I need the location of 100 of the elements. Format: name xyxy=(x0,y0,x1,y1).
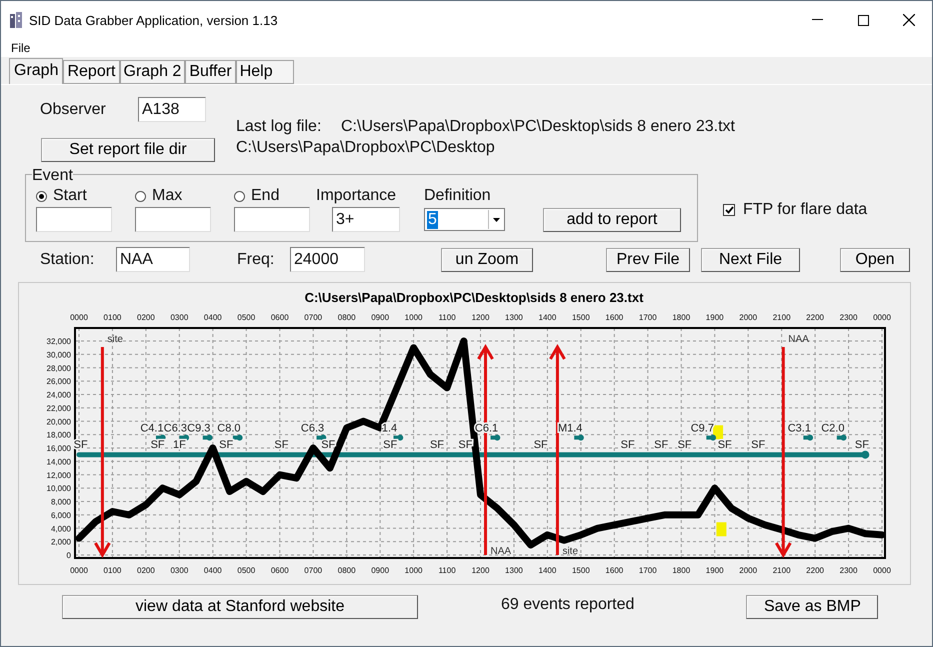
observer-field[interactable]: A138 xyxy=(138,97,206,122)
axis-tick-label: 0500 xyxy=(237,566,256,575)
tab[interactable]: Help xyxy=(236,60,294,84)
axis-tick-label: 1100 xyxy=(438,313,456,322)
maximize-icon xyxy=(858,14,868,26)
event-label: SF xyxy=(321,439,336,451)
app-icon xyxy=(9,12,23,28)
flare-label: C2.0 xyxy=(821,422,844,435)
menu-item[interactable]: File xyxy=(11,41,30,55)
tab[interactable]: Graph xyxy=(9,58,64,84)
freq-field[interactable]: 24000 xyxy=(290,247,365,272)
time-field[interactable] xyxy=(234,207,310,232)
axis-tick-label: 0200 xyxy=(137,313,155,322)
axis-tick-label: 12,000 xyxy=(46,470,71,480)
axis-tick-label: 0 xyxy=(66,551,71,560)
event-marker xyxy=(803,434,814,441)
axis-tick-label: 22,000 xyxy=(46,404,71,413)
axis-tick-label: 4,000 xyxy=(50,524,71,534)
event-marker xyxy=(836,434,847,441)
axis-tick-label: 6,000 xyxy=(50,510,71,520)
event-marker xyxy=(202,434,212,441)
time-field[interactable] xyxy=(36,207,112,232)
axis-tick-label: 2200 xyxy=(806,566,824,575)
axis-tick-label: 2000 xyxy=(739,313,758,322)
axis-tick-label: 2300 xyxy=(840,566,858,575)
axis-tick-label: 26,000 xyxy=(46,377,71,386)
toolbar-button[interactable]: un Zoom xyxy=(441,248,533,272)
definition-select[interactable]: 5 xyxy=(424,208,505,231)
event-marker xyxy=(490,434,500,441)
chart-title: C:\Users\Papa\Dropbox\PC\Desktop\sids 8 enero 23.txt xyxy=(304,290,644,305)
set-report-dir-button[interactable]: Set report file dir xyxy=(41,138,215,162)
flare-label: C9.3 xyxy=(187,422,210,435)
axis-tick-label: 0400 xyxy=(204,313,222,322)
axis-tick-label: 24,000 xyxy=(46,390,71,400)
tab[interactable]: Report xyxy=(63,60,120,84)
tab[interactable]: Buffer xyxy=(185,60,236,84)
event-label: SF xyxy=(430,439,444,451)
event-label: SF xyxy=(219,439,234,451)
stanford-website-button[interactable]: view data at Stanford website xyxy=(62,595,418,619)
flare-label: C4.1 xyxy=(140,422,164,435)
station-field[interactable]: NAA xyxy=(116,247,190,272)
axis-tick-label: 1300 xyxy=(505,566,523,575)
event-label: SF xyxy=(620,439,635,451)
toolbar-button[interactable]: Open xyxy=(840,248,910,272)
axis-tick-label: 0600 xyxy=(270,313,289,322)
event-label: SF xyxy=(654,439,668,451)
definition-label: Definition xyxy=(424,187,491,205)
axis-tick-label: 0800 xyxy=(338,566,356,575)
station-label: Station: xyxy=(40,250,96,268)
add-to-report-button[interactable]: add to report xyxy=(543,208,681,232)
event-marker xyxy=(574,434,584,441)
toolbar-button[interactable]: Prev File xyxy=(606,248,690,272)
axis-tick-label: 1800 xyxy=(672,566,690,575)
axis-tick-label: 1800 xyxy=(672,313,690,322)
timeline-end-point xyxy=(861,450,870,459)
axis-tick-label: 0300 xyxy=(170,313,188,322)
event-label: SF xyxy=(718,439,732,451)
log-file-path: C:\Users\Papa\Dropbox\PC\Desktop\sids 8 enero 23.txt xyxy=(341,118,735,136)
save-bmp-button[interactable]: Save as BMP xyxy=(746,595,878,619)
arrow-label: site xyxy=(562,546,578,557)
flare-label: C8.0 xyxy=(217,422,241,435)
event-radio[interactable]: End xyxy=(234,187,316,205)
axis-tick-label: 1900 xyxy=(706,566,724,575)
ftp-checkbox[interactable]: FTP for flare data xyxy=(723,201,868,219)
event-radio[interactable]: Start xyxy=(36,187,135,205)
event-marker xyxy=(316,434,326,441)
axis-tick-label: 1600 xyxy=(605,566,624,575)
axis-tick-label: 8,000 xyxy=(50,498,71,506)
event-label: SF xyxy=(751,439,766,451)
caret-icon xyxy=(493,218,500,222)
axis-tick-label: 0000 xyxy=(70,566,88,575)
importance-field[interactable]: 3+ xyxy=(332,207,400,232)
axis-tick-label: 0800 xyxy=(338,313,356,322)
axis-tick-label: 1400 xyxy=(538,313,556,322)
event-label: SF xyxy=(274,439,288,451)
tab[interactable]: Graph 2 xyxy=(120,60,186,84)
axis-tick-label: 32,000 xyxy=(46,337,71,346)
flare-label: C3.1 xyxy=(788,422,811,435)
event-radio[interactable]: Max xyxy=(135,187,234,205)
event-label: 1F xyxy=(172,439,186,451)
axis-tick-label: 1500 xyxy=(572,313,590,322)
axis-tick-label: 2,000 xyxy=(50,538,71,547)
flare-label: C6.3 xyxy=(164,422,187,435)
axis-tick-label: 0900 xyxy=(371,313,390,322)
axis-tick-label: 0700 xyxy=(304,566,322,575)
close-icon xyxy=(903,14,915,26)
time-field[interactable] xyxy=(135,207,211,232)
axis-tick-label: 0100 xyxy=(104,566,122,575)
flare-label: 1.4 xyxy=(382,422,398,435)
radio-dot-icon xyxy=(39,194,44,198)
event-label: SF xyxy=(854,439,869,451)
arrow-label: NAA xyxy=(490,546,512,557)
axis-tick-label: 1200 xyxy=(472,566,490,575)
axis-tick-label: 1100 xyxy=(438,566,456,575)
axis-tick-label: 1600 xyxy=(605,313,624,322)
event-label: SF xyxy=(383,439,398,451)
axis-tick-label: 1400 xyxy=(538,566,556,575)
axis-tick-label: 2100 xyxy=(772,566,791,575)
minimize-icon xyxy=(812,19,822,21)
toolbar-button[interactable]: Next File xyxy=(701,248,800,272)
